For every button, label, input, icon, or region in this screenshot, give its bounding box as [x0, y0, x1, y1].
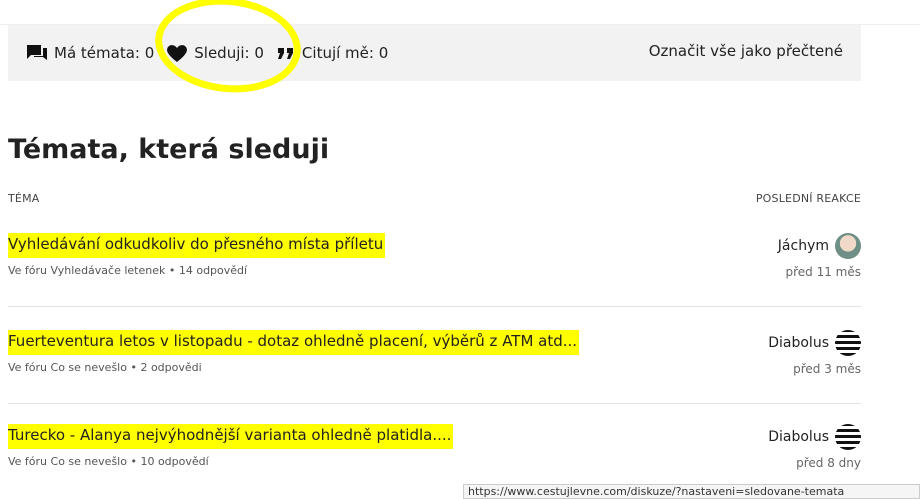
filter-following-label: Sleduji: 0 — [194, 44, 264, 62]
filter-bar: Má témata: 0 Sleduji: 0 Citují mě: 0 Ozn… — [8, 25, 861, 81]
quote-icon — [277, 48, 293, 59]
reply-user-link[interactable]: Jáchym — [778, 233, 861, 259]
last-reply: Diabolus před 3 měs — [721, 330, 861, 376]
mark-all-read-link[interactable]: Označit vše jako přečtené — [649, 42, 843, 60]
reply-username: Diabolus — [768, 335, 829, 351]
chat-icon — [27, 45, 47, 60]
top-edge — [0, 0, 920, 25]
topic-link[interactable]: Fuerteventura letos v listopadu - dotaz … — [8, 330, 580, 355]
reply-user-link[interactable]: Diabolus — [768, 330, 861, 356]
list-item: Fuerteventura letos v listopadu - dotaz … — [8, 330, 861, 376]
filter-my-topics-label: Má témata: 0 — [54, 44, 155, 62]
reply-username: Diabolus — [768, 429, 829, 445]
row-divider — [8, 403, 861, 404]
last-reply: Jáchym před 11 měs — [721, 233, 861, 279]
reply-time: před 11 měs — [785, 265, 861, 279]
reply-user-link[interactable]: Diabolus — [768, 424, 861, 450]
filter-quoting-me-label: Citují mě: 0 — [301, 44, 389, 62]
column-header-last-reply: POSLEDNÍ REAKCE — [755, 192, 861, 205]
topic-link[interactable]: Turecko - Alanya nejvýhodnější varianta … — [8, 424, 454, 449]
column-header-topic: TÉMA — [8, 192, 40, 205]
reply-username: Jáchym — [777, 238, 829, 254]
topic-link[interactable]: Vyhledávání odkudkoliv do přesného místa… — [8, 233, 386, 258]
list-item: Vyhledávání odkudkoliv do přesného místa… — [8, 233, 861, 279]
avatar[interactable] — [835, 424, 861, 450]
row-divider — [8, 306, 861, 307]
list-item: Turecko - Alanya nejvýhodnější varianta … — [8, 424, 861, 470]
filter-following[interactable]: Sleduji: 0 — [166, 43, 264, 63]
reply-time: před 8 dny — [796, 456, 861, 470]
filter-quoting-me[interactable]: Citují mě: 0 — [276, 44, 388, 62]
heart-icon — [167, 45, 188, 62]
page-title: Témata, která sleduji — [8, 134, 330, 165]
filter-my-topics[interactable]: Má témata: 0 — [26, 43, 154, 63]
status-bar-url: https://www.cestujlevne.com/diskuze/?nas… — [463, 484, 920, 499]
avatar[interactable] — [835, 233, 861, 259]
last-reply: Diabolus před 8 dny — [721, 424, 861, 470]
reply-time: před 3 měs — [793, 362, 861, 376]
avatar[interactable] — [835, 330, 861, 356]
